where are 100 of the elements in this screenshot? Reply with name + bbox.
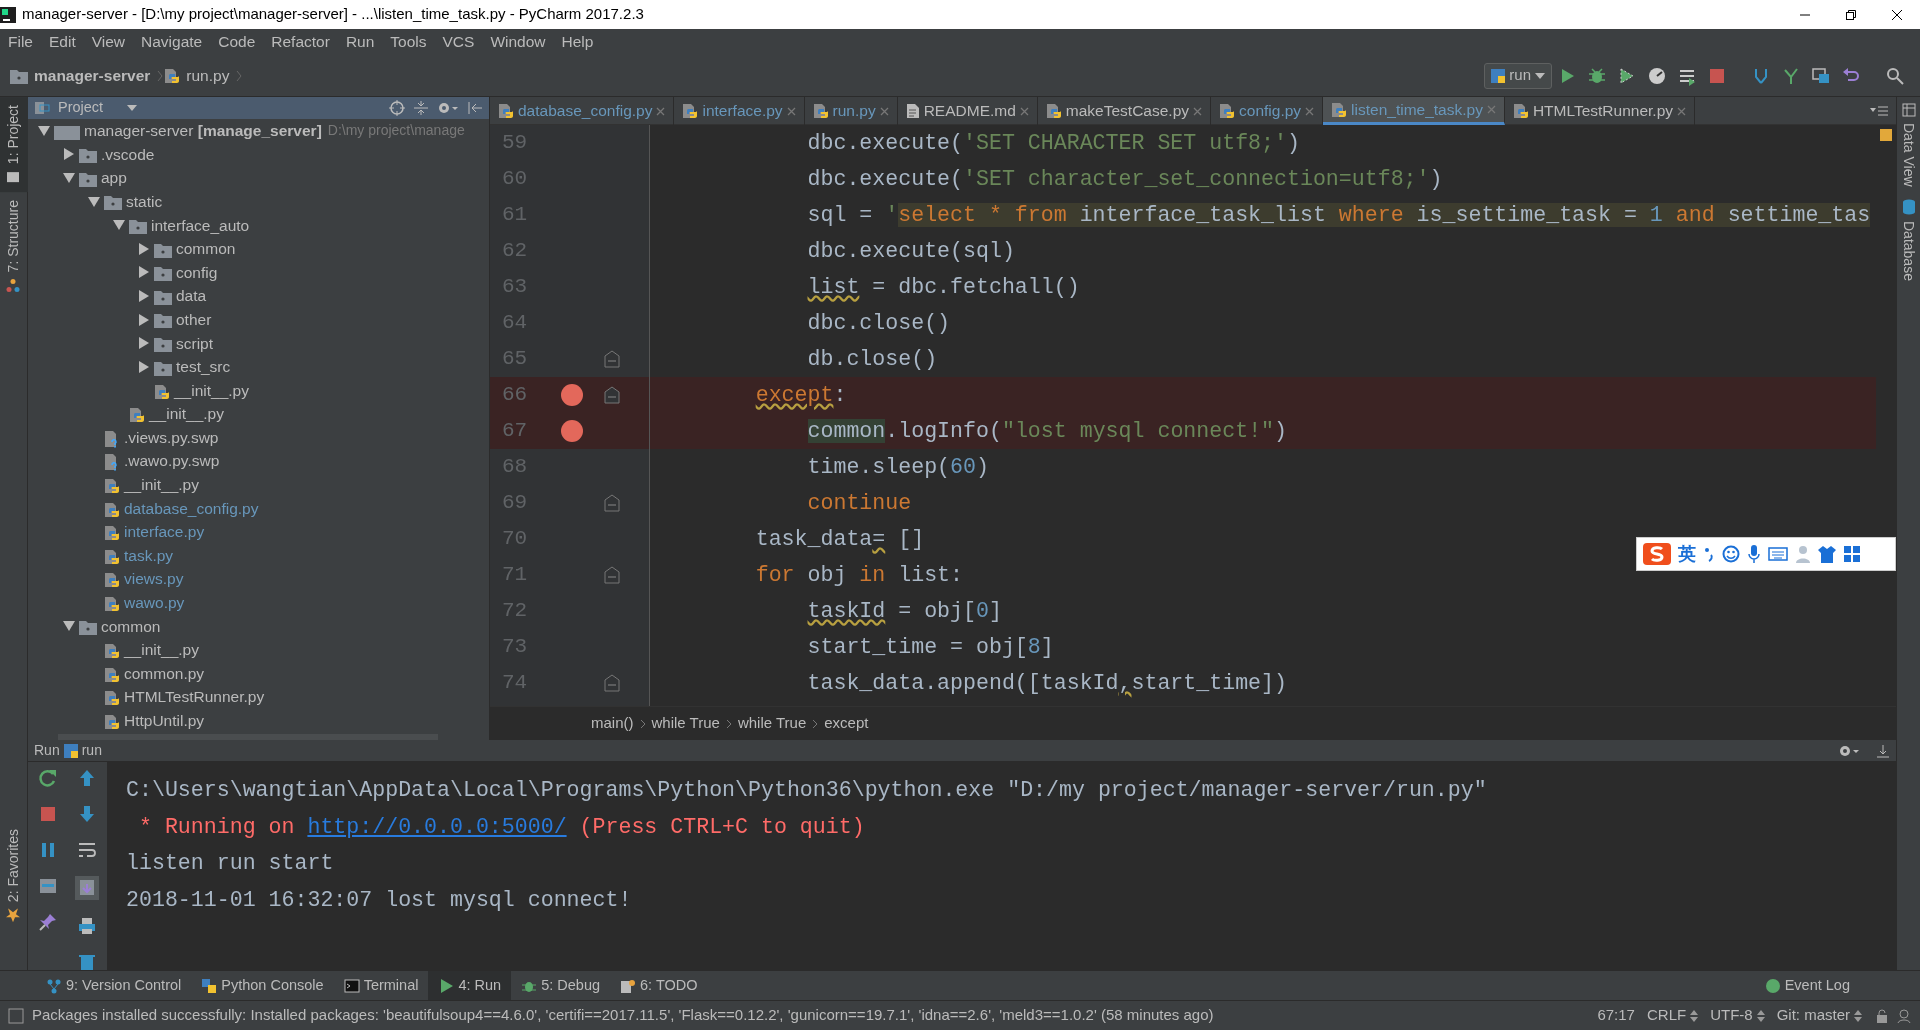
tree-item[interactable]: __init__.py bbox=[124, 638, 199, 662]
editor-tab[interactable]: run.py bbox=[804, 97, 898, 125]
microphone-icon[interactable] bbox=[1747, 544, 1761, 564]
tree-item[interactable]: interface.py bbox=[124, 520, 205, 544]
tool-window-tab[interactable]: Data View bbox=[1895, 97, 1920, 193]
menu-item[interactable]: VCS bbox=[434, 30, 483, 54]
breadcrumb-item[interactable]: run.py bbox=[180, 63, 236, 88]
collapsed-arrow-icon[interactable] bbox=[64, 148, 74, 161]
tool-window-tab[interactable]: 1: Project bbox=[0, 97, 28, 193]
expanded-arrow-icon[interactable] bbox=[113, 220, 125, 231]
vcs-branch-selector[interactable]: Git: master bbox=[1770, 1004, 1868, 1027]
trash-icon[interactable] bbox=[77, 952, 98, 972]
editor-tab[interactable]: HTMLTestRunner.py bbox=[1504, 97, 1696, 125]
menu-item[interactable]: Code bbox=[210, 30, 264, 54]
grid-icon[interactable] bbox=[1843, 545, 1861, 563]
tree-item[interactable]: .vscode bbox=[101, 142, 155, 166]
target-icon[interactable] bbox=[389, 100, 405, 116]
collapsed-arrow-icon[interactable] bbox=[139, 313, 149, 326]
menu-item[interactable]: Help bbox=[553, 30, 602, 54]
tool-window-tab[interactable]: 2: Favorites bbox=[0, 820, 28, 930]
rerun-icon[interactable] bbox=[37, 768, 58, 788]
run-configuration-tab[interactable]: run bbox=[81, 740, 102, 761]
expanded-arrow-icon[interactable] bbox=[38, 125, 50, 136]
tree-item[interactable]: test_src bbox=[176, 355, 231, 379]
fold-marker-icon[interactable] bbox=[604, 674, 620, 692]
tool-window-tab[interactable]: 6: TODO bbox=[610, 970, 708, 1001]
tool-window-tab[interactable]: Database bbox=[1895, 192, 1920, 287]
tool-window-tab[interactable]: 9: Version Control bbox=[36, 970, 192, 1001]
smiley-icon[interactable] bbox=[1722, 545, 1740, 563]
breadcrumb-item[interactable]: main() bbox=[585, 712, 640, 735]
menu-item[interactable]: File bbox=[0, 30, 41, 54]
tool-window-tab[interactable]: 4: Run bbox=[428, 970, 512, 1001]
soft-wrap-icon[interactable] bbox=[77, 840, 98, 860]
cursor-position[interactable]: 67:17 bbox=[1591, 1004, 1641, 1027]
menu-item[interactable]: Refactor bbox=[263, 30, 338, 54]
collapse-icon[interactable] bbox=[413, 100, 429, 116]
tool-window-tab[interactable]: Terminal bbox=[333, 970, 429, 1001]
panel-toggle-icon[interactable] bbox=[8, 1008, 24, 1025]
layout-icon[interactable] bbox=[37, 876, 58, 896]
down-arrow-icon[interactable] bbox=[79, 804, 96, 824]
compare-icon[interactable] bbox=[1811, 65, 1831, 86]
expanded-arrow-icon[interactable] bbox=[88, 196, 100, 207]
tree-item[interactable]: .wawo.py.swp bbox=[124, 449, 220, 473]
keyboard-icon[interactable] bbox=[1768, 547, 1788, 561]
expanded-arrow-icon[interactable] bbox=[63, 621, 75, 632]
tree-item[interactable]: script bbox=[176, 331, 214, 355]
gauge-icon[interactable] bbox=[1647, 65, 1667, 86]
close-icon[interactable] bbox=[1891, 8, 1903, 21]
menu-item[interactable]: Run bbox=[337, 30, 383, 54]
tree-item[interactable]: database_config.py bbox=[124, 496, 259, 520]
fold-marker-icon[interactable] bbox=[604, 494, 620, 512]
collapsed-arrow-icon[interactable] bbox=[139, 337, 149, 350]
menu-item[interactable]: Tools bbox=[382, 30, 435, 54]
tree-item[interactable]: common bbox=[101, 614, 161, 638]
bug-icon[interactable] bbox=[1587, 65, 1607, 86]
search-icon[interactable] bbox=[1885, 65, 1905, 86]
print-icon[interactable] bbox=[77, 916, 98, 936]
collapsed-arrow-icon[interactable] bbox=[139, 266, 149, 279]
editor-tab[interactable]: interface.py bbox=[674, 97, 805, 125]
fold-marker-icon[interactable] bbox=[604, 566, 620, 584]
restore-icon[interactable] bbox=[1845, 8, 1857, 21]
tree-item[interactable]: config bbox=[176, 260, 218, 284]
tree-item[interactable]: wawo.py bbox=[124, 591, 185, 615]
collapsed-arrow-icon[interactable] bbox=[139, 242, 149, 255]
menu-item[interactable]: Window bbox=[482, 30, 554, 54]
collapsed-arrow-icon[interactable] bbox=[139, 289, 149, 302]
menu-item[interactable]: View bbox=[83, 30, 134, 54]
tree-item[interactable]: interface_auto bbox=[151, 213, 250, 237]
tree-item[interactable]: app bbox=[101, 166, 127, 190]
tree-item[interactable]: __init__.py bbox=[124, 473, 199, 497]
ime-toolbar[interactable]: 英 bbox=[1636, 537, 1896, 571]
tree-item[interactable]: common.py bbox=[124, 661, 205, 686]
scroll-to-end-icon[interactable] bbox=[75, 876, 100, 900]
input-mode-label[interactable]: 英 bbox=[1678, 540, 1696, 568]
fold-marker-icon[interactable] bbox=[604, 350, 620, 368]
tool-window-tab[interactable]: 7: Structure bbox=[0, 192, 28, 301]
hide-panel-icon[interactable] bbox=[467, 100, 483, 116]
project-view-dropdown[interactable]: Project bbox=[58, 97, 138, 119]
tree-item[interactable]: data bbox=[176, 284, 207, 308]
pin-icon[interactable] bbox=[37, 912, 58, 932]
tool-window-tab[interactable]: 5: Debug bbox=[511, 970, 611, 1001]
tree-item[interactable]: views.py bbox=[124, 567, 184, 591]
menu-item[interactable]: Navigate bbox=[133, 30, 211, 54]
editor-tab[interactable]: README.md bbox=[897, 97, 1038, 125]
tree-item[interactable]: HTMLTestRunner.py bbox=[124, 685, 265, 709]
breadcrumb-item[interactable]: while True bbox=[645, 712, 726, 735]
breadcrumb-item[interactable]: except bbox=[818, 712, 875, 735]
project-root-label[interactable]: manager-server [manage_server] bbox=[84, 119, 322, 143]
tree-item[interactable]: __init__.py bbox=[174, 378, 249, 402]
tree-item[interactable]: __init__.py bbox=[149, 402, 224, 426]
tree-item[interactable]: common bbox=[176, 237, 236, 261]
tree-item[interactable]: task.py bbox=[124, 543, 174, 568]
up-arrow-icon[interactable] bbox=[79, 768, 96, 788]
tool-window-tab[interactable]: Python Console bbox=[191, 970, 334, 1001]
fold-marker-icon[interactable] bbox=[604, 386, 620, 404]
punctuation-icon[interactable] bbox=[1703, 546, 1715, 562]
line-separator-selector[interactable]: CRLF bbox=[1640, 1004, 1705, 1027]
console-link[interactable]: http://0.0.0.0:5000/ bbox=[307, 814, 567, 839]
breakpoint-icon[interactable] bbox=[560, 383, 584, 407]
collapsed-arrow-icon[interactable] bbox=[139, 360, 149, 373]
